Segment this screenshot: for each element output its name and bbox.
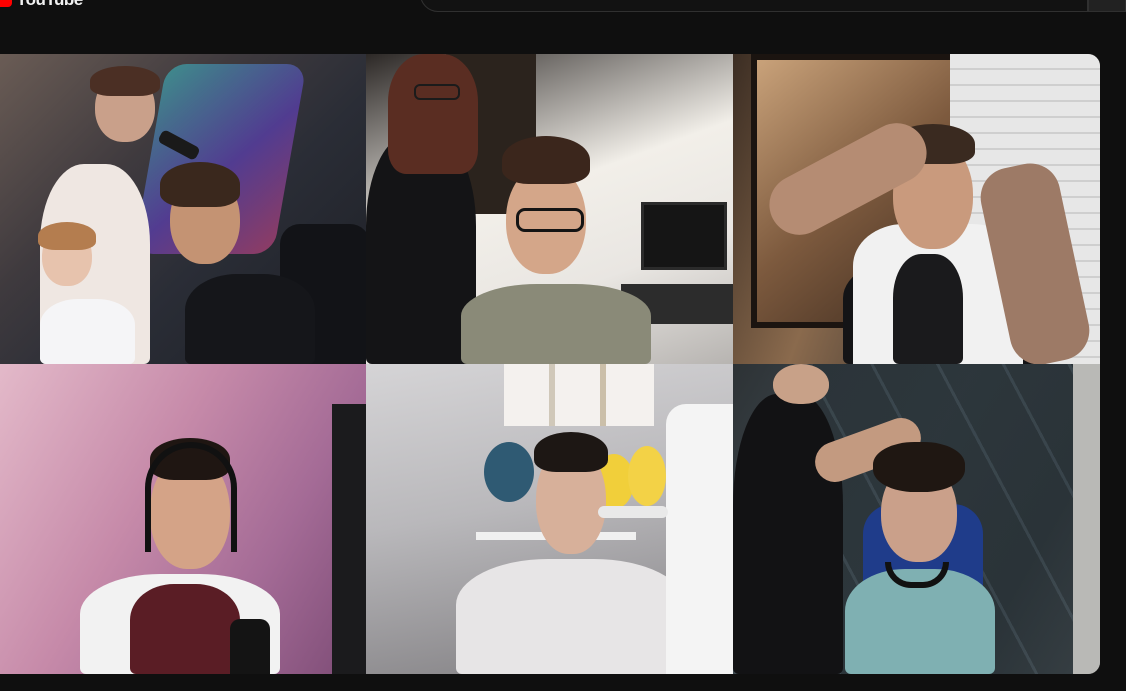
cape — [456, 559, 686, 674]
standing-person — [733, 394, 843, 674]
wall-frames — [504, 364, 654, 426]
youtube-logo[interactable]: YouTube — [0, 0, 83, 10]
microphone — [230, 619, 270, 674]
video-player[interactable] — [0, 54, 1100, 674]
video-tile-6 — [733, 364, 1100, 674]
glasses — [516, 208, 584, 232]
seated-person — [461, 284, 651, 364]
logo-text: YouTube — [16, 0, 83, 10]
plush-toy — [484, 442, 534, 502]
video-tile-1 — [0, 54, 366, 364]
video-tile-2 — [366, 54, 733, 364]
standing-person-partial — [332, 404, 366, 674]
striped-shirt — [130, 584, 240, 674]
hair-clipper — [598, 506, 668, 518]
video-tile-3 — [733, 54, 1100, 364]
headphones — [145, 442, 237, 552]
search-button[interactable] — [1088, 0, 1126, 12]
video-tile-5 — [366, 364, 733, 674]
search-input[interactable] — [420, 0, 1088, 12]
standing-person-partial — [666, 404, 733, 674]
top-bar: YouTube — [0, 0, 1126, 14]
seated-person — [185, 274, 315, 364]
child — [40, 299, 135, 364]
video-tile-4 — [0, 364, 366, 674]
wall-edge — [1073, 364, 1100, 674]
standing-person-head — [773, 364, 829, 404]
youtube-icon — [0, 0, 12, 7]
plush-toy — [628, 446, 666, 506]
glasses — [414, 84, 460, 100]
monitor — [641, 202, 727, 270]
